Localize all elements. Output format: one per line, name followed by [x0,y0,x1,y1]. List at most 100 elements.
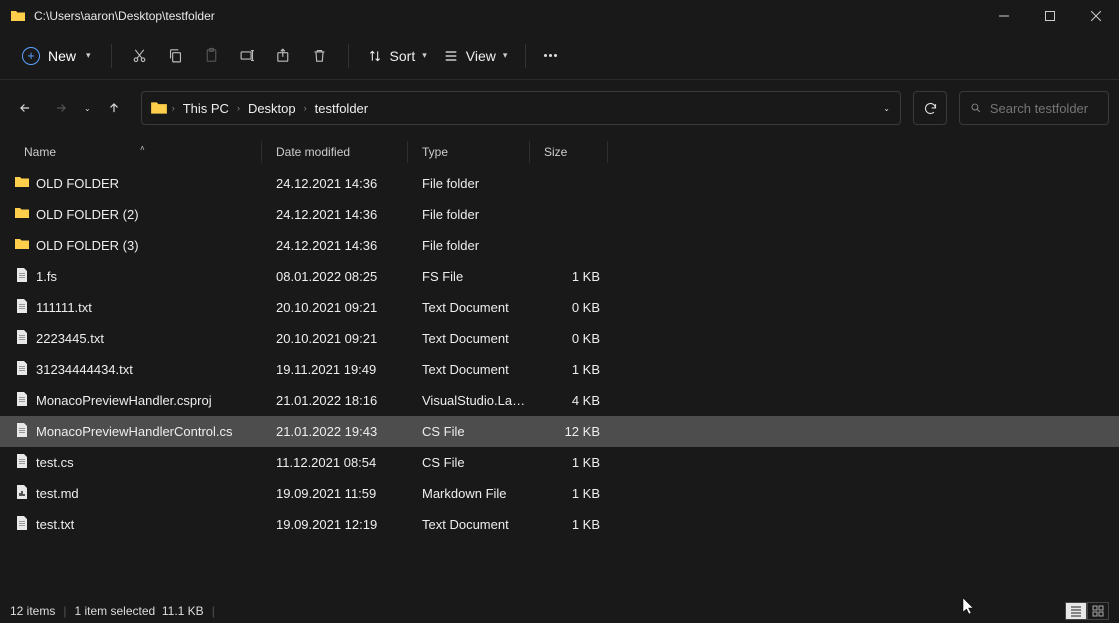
md-icon [14,484,30,503]
file-date: 24.12.2021 14:36 [262,238,408,253]
file-row[interactable]: 31234444434.txt19.11.2021 19:49Text Docu… [0,354,1119,385]
file-type: VisualStudio.Laun... [408,393,530,408]
search-icon [970,101,982,115]
file-icon [14,360,30,379]
file-row[interactable]: 1.fs08.01.2022 08:25FS File1 KB [0,261,1119,292]
history-dropdown[interactable]: ⌄ [82,104,93,113]
file-name: 111111.txt [36,300,92,315]
file-icon [14,391,30,410]
file-row[interactable]: test.txt19.09.2021 12:19Text Document1 K… [0,509,1119,540]
rename-button[interactable] [230,38,266,74]
maximize-button[interactable] [1027,0,1073,32]
window-controls [981,0,1119,32]
file-date: 19.09.2021 11:59 [262,486,408,501]
file-date: 19.11.2021 19:49 [262,362,408,377]
address-dropdown[interactable]: ⌄ [881,104,892,113]
window-title: C:\Users\aaron\Desktop\testfolder [34,9,981,23]
status-bar: 12 items | 1 item selected 11.1 KB | [0,599,1119,623]
sort-indicator: ˄ [140,144,145,153]
search-box[interactable] [959,91,1109,125]
file-name: OLD FOLDER [36,176,119,191]
view-button[interactable]: View ▾ [435,42,516,70]
file-date: 21.01.2022 19:43 [262,424,408,439]
minimize-button[interactable] [981,0,1027,32]
file-row[interactable]: 2223445.txt20.10.2021 09:21Text Document… [0,323,1119,354]
close-button[interactable] [1073,0,1119,32]
file-name: 2223445.txt [36,331,104,346]
status-count: 12 items [10,604,55,618]
toolbar: + New ▾ Sort ▾ View ▾ [0,32,1119,80]
column-headers: Name ˄ Date modified Type Size [0,136,1119,168]
file-row[interactable]: test.md 19.09.2021 11:59Markdown File1 KB [0,478,1119,509]
file-row[interactable]: OLD FOLDER 24.12.2021 14:36File folder [0,168,1119,199]
refresh-button[interactable] [913,91,947,125]
icons-view-button[interactable] [1087,602,1109,620]
file-row[interactable]: MonacoPreviewHandler.csproj21.01.2022 18… [0,385,1119,416]
file-type: Text Document [408,517,530,532]
file-icon [14,298,30,317]
refresh-icon [923,101,938,116]
file-type: Markdown File [408,486,530,501]
address-bar[interactable]: › This PC › Desktop › testfolder ⌄ [141,91,901,125]
file-name: test.cs [36,455,74,470]
file-rows: OLD FOLDER24.12.2021 14:36File folderOLD… [0,168,1119,540]
file-date: 11.12.2021 08:54 [262,455,408,470]
file-icon [14,515,30,534]
file-name: MonacoPreviewHandlerControl.cs [36,424,233,439]
file-type: File folder [408,238,530,253]
file-row[interactable]: OLD FOLDER (2)24.12.2021 14:36File folde… [0,199,1119,230]
file-date: 19.09.2021 12:19 [262,517,408,532]
file-row[interactable]: test.cs11.12.2021 08:54CS File1 KB [0,447,1119,478]
file-type: Text Document [408,331,530,346]
col-type[interactable]: Type [408,141,530,163]
cut-button[interactable] [122,38,158,74]
file-type: File folder [408,207,530,222]
back-button[interactable] [10,93,40,123]
folder-icon [14,205,30,224]
folder-icon [14,236,30,255]
file-size: 4 KB [530,393,608,408]
separator [348,44,349,68]
separator [525,44,526,68]
col-size[interactable]: Size [530,141,608,163]
col-name[interactable]: Name ˄ [0,141,262,163]
file-row[interactable]: MonacoPreviewHandlerControl.cs 21.01.2022… [0,416,1119,447]
titlebar: C:\Users\aaron\Desktop\testfolder [0,0,1119,32]
delete-button[interactable] [302,38,338,74]
file-type: File folder [408,176,530,191]
paste-button[interactable] [194,38,230,74]
search-input[interactable] [990,101,1098,116]
view-label: View [466,48,496,64]
folder-icon [150,99,168,117]
file-size: 1 KB [530,269,608,284]
breadcrumb-item[interactable]: This PC [177,101,235,116]
new-button[interactable]: + New ▾ [12,41,101,71]
file-icon [14,453,30,472]
breadcrumb-item[interactable]: Desktop [242,101,302,116]
file-date: 24.12.2021 14:36 [262,176,408,191]
file-icon [14,267,30,286]
details-view-button[interactable] [1065,602,1087,620]
file-size: 0 KB [530,331,608,346]
file-row[interactable]: OLD FOLDER (3) 24.12.2021 14:36File folde… [0,230,1119,261]
share-button[interactable] [266,38,302,74]
file-type: Text Document [408,300,530,315]
sort-button[interactable]: Sort ▾ [359,42,435,70]
breadcrumb-item[interactable]: testfolder [309,101,374,116]
file-name: test.md [36,486,79,501]
chevron-right-icon: › [170,103,177,113]
file-size: 1 KB [530,486,608,501]
file-name: OLD FOLDER (3) [36,238,139,253]
file-type: CS File [408,424,530,439]
file-row[interactable]: 111111.txt20.10.2021 09:21Text Document0… [0,292,1119,323]
more-button[interactable] [536,54,565,57]
file-date: 21.01.2022 18:16 [262,393,408,408]
copy-button[interactable] [158,38,194,74]
forward-button[interactable] [46,93,76,123]
new-label: New [48,48,76,64]
col-date[interactable]: Date modified [262,141,408,163]
file-name: 1.fs [36,269,57,284]
chevron-down-icon: ▾ [422,50,427,61]
up-button[interactable] [99,93,129,123]
chevron-down-icon: ▾ [86,50,91,61]
